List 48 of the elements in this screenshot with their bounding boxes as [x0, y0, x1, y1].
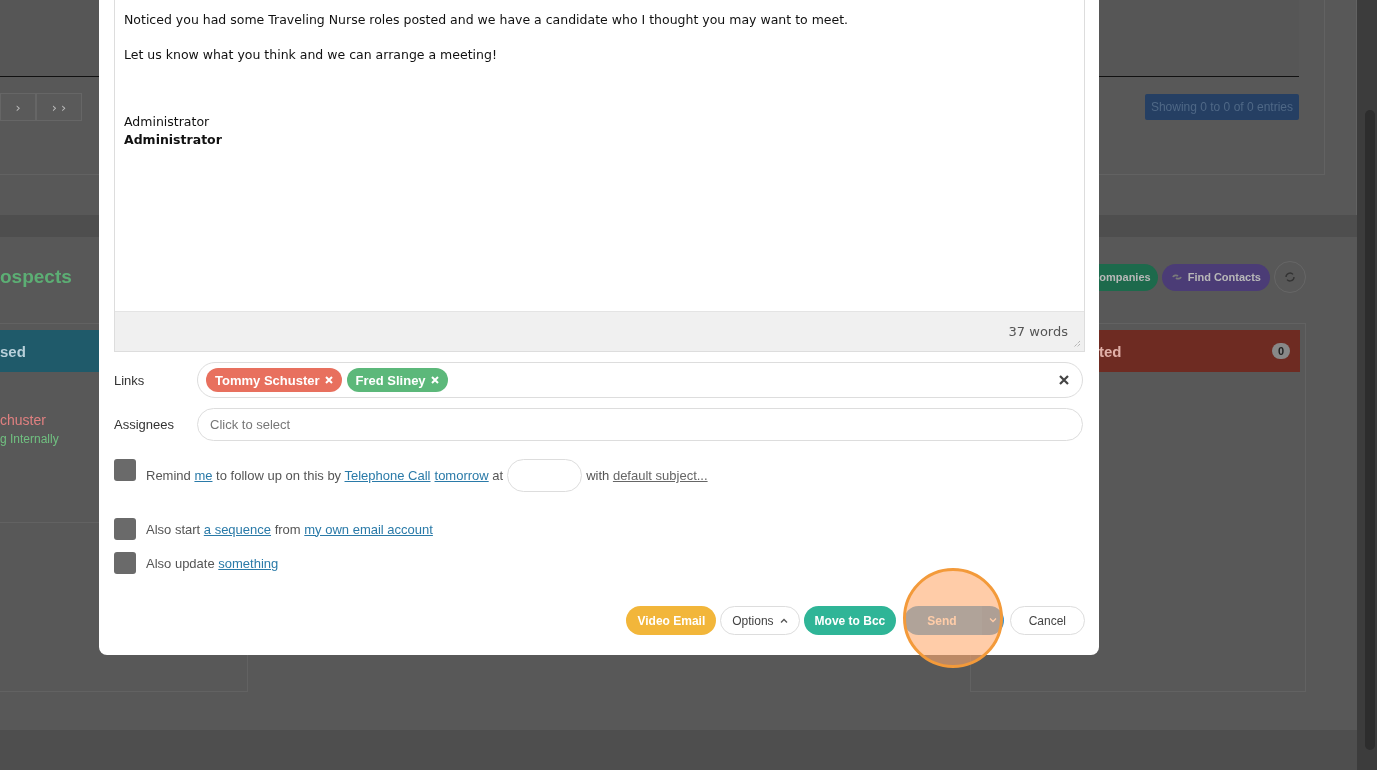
prospect-status: g Internally: [0, 432, 59, 446]
option-link[interactable]: Telephone Call: [344, 468, 431, 483]
pagination-button[interactable]: › ›: [36, 93, 82, 121]
message-editor[interactable]: Noticed you had some Traveling Nurse roles posted and we have a candidate who I thought you may want to meet. Let us know what you think and we can arrange a meeting! Administrator Administrator: [115, 0, 1084, 311]
checkbox[interactable]: [114, 552, 136, 574]
caret-icon: [988, 618, 997, 623]
action-button[interactable]: Find Contacts: [1161, 263, 1270, 291]
pagination-button[interactable]: ›: [0, 93, 36, 121]
option-text: with default subject...: [586, 468, 708, 483]
contact-tag[interactable]: Tommy Schuster: [206, 368, 342, 392]
word-count: 37 words: [1008, 324, 1068, 339]
section-title: ospects: [0, 266, 72, 288]
action-button[interactable]: Cancel: [1009, 606, 1085, 635]
option-text: Also update something: [146, 555, 279, 571]
refresh-icon: [1284, 271, 1296, 283]
resize-grip-icon[interactable]: [1073, 340, 1081, 348]
send-options-button[interactable]: [981, 606, 1004, 635]
option-text: Also start a sequence from my own email account: [146, 521, 433, 537]
action-button[interactable]: ompanies: [1097, 263, 1158, 291]
assignees-field[interactable]: Click to select: [197, 408, 1083, 441]
remove-icon[interactable]: [324, 376, 333, 384]
column-title: sed: [0, 342, 26, 360]
column-title: ted: [1099, 342, 1122, 360]
caret-icon: [779, 618, 788, 623]
field-label: Assignees: [114, 417, 175, 432]
options-button[interactable]: Options: [720, 606, 800, 635]
count-badge: 0: [1271, 343, 1290, 359]
link-icon: [1170, 271, 1183, 283]
checkbox[interactable]: [114, 518, 136, 540]
prospect-name[interactable]: chuster: [0, 412, 46, 428]
option-link[interactable]: something: [218, 555, 279, 571]
contact-tag[interactable]: Fred Sliney: [346, 368, 448, 392]
message-paragraph: Let us know what you think and we can arrange a meeting!: [124, 46, 498, 64]
option-link[interactable]: tomorrow: [434, 468, 489, 483]
action-button[interactable]: Move to Bcc: [803, 606, 897, 635]
message-paragraph: Administrator: [124, 131, 223, 149]
checkbox[interactable]: [114, 458, 136, 481]
option-text: Remind me to follow up on this by Telephone Call tomorrow at: [146, 468, 504, 483]
remove-icon[interactable]: [430, 376, 439, 384]
option-link[interactable]: me: [194, 468, 213, 483]
field-label: Links: [114, 372, 146, 388]
message-paragraph: Administrator: [124, 113, 211, 131]
message-paragraph: Noticed you had some Traveling Nurse roles posted and we have a candidate who I thought you may want to meet.: [124, 11, 850, 29]
option-link[interactable]: a sequence: [203, 521, 272, 537]
option-link[interactable]: default subject...: [612, 468, 708, 483]
option-link[interactable]: my own email account: [304, 521, 433, 537]
clear-icon[interactable]: [1059, 375, 1069, 385]
time-field[interactable]: [507, 459, 583, 492]
